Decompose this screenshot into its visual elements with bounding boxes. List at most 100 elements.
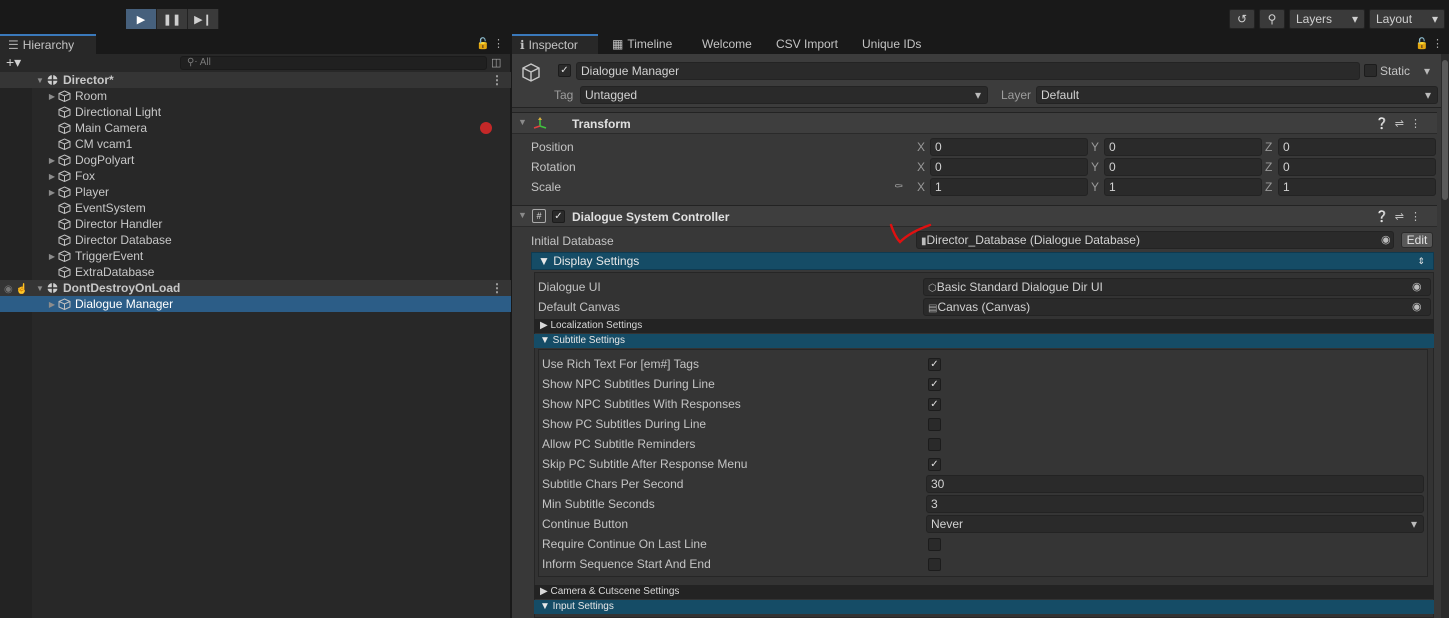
step-button[interactable]: ▶❙ bbox=[188, 9, 219, 29]
layers-dropdown[interactable]: Layers ▾ bbox=[1289, 9, 1365, 29]
expand-arrow-icon[interactable]: ▶ bbox=[46, 156, 58, 165]
hierarchy-item-label: TriggerEvent bbox=[75, 249, 144, 263]
rotation-z-field[interactable]: 0 bbox=[1278, 158, 1436, 176]
scene-menu-icon[interactable]: ⋮ bbox=[491, 73, 503, 87]
subtitle-setting-checkbox[interactable] bbox=[928, 558, 941, 571]
hierarchy-search-input[interactable]: ⚲⋅ All bbox=[180, 56, 487, 70]
scrollbar-thumb[interactable] bbox=[1442, 60, 1448, 200]
expand-arrow-icon[interactable]: ▼ bbox=[34, 284, 46, 293]
display-settings-foldout[interactable]: ▼ Display Settings ⇕ bbox=[531, 252, 1434, 270]
scene-row[interactable]: ▼ Director* ⋮ bbox=[0, 72, 511, 88]
subtitle-setting-checkbox[interactable]: ✓ bbox=[928, 378, 941, 391]
hierarchy-row[interactable]: ▶ Fox bbox=[0, 168, 511, 184]
localization-settings-foldout[interactable]: ▶ Localization Settings bbox=[534, 319, 1434, 333]
layer-dropdown[interactable]: Default bbox=[1036, 86, 1438, 104]
hierarchy-row[interactable]: ▶ TriggerEvent bbox=[0, 248, 511, 264]
history-button[interactable]: ↺ bbox=[1229, 9, 1255, 29]
hierarchy-row[interactable]: Directional Light bbox=[0, 104, 511, 120]
hierarchy-row[interactable]: Main Camera bbox=[0, 120, 511, 136]
scale-y-field[interactable]: 1 bbox=[1104, 178, 1262, 196]
scale-label: Scale bbox=[531, 180, 562, 194]
expand-arrow-icon[interactable]: ▶ bbox=[46, 300, 58, 309]
expand-arrow-icon[interactable]: ▶ bbox=[46, 252, 58, 261]
play-icon: ▶ bbox=[136, 13, 146, 26]
search-button[interactable]: ⚲ bbox=[1259, 9, 1285, 29]
tab-timeline[interactable]: ▦ Timeline bbox=[604, 34, 690, 54]
scale-z-field[interactable]: 1 bbox=[1278, 178, 1436, 196]
add-object-button[interactable]: +▾ bbox=[6, 54, 21, 71]
hierarchy-row[interactable]: CM vcam1 bbox=[0, 136, 511, 152]
hierarchy-row[interactable]: ExtraDatabase bbox=[0, 264, 511, 280]
position-y-field[interactable]: 0 bbox=[1104, 138, 1262, 156]
subtitle-setting-checkbox[interactable]: ✓ bbox=[928, 358, 941, 371]
input-settings-foldout[interactable]: ▼ Input Settings bbox=[534, 600, 1434, 614]
object-picker-icon[interactable]: ◉ bbox=[1412, 280, 1422, 293]
tab-hierarchy[interactable]: ☰ Hierarchy bbox=[0, 34, 96, 54]
inspector-scrollbar[interactable] bbox=[1441, 54, 1449, 618]
static-checkbox[interactable] bbox=[1364, 64, 1377, 77]
hierarchy-item-label: Player bbox=[75, 185, 110, 199]
rotation-x-field[interactable]: 0 bbox=[930, 158, 1088, 176]
component-menu-icons[interactable]: ❔⇌⋮ bbox=[1375, 210, 1427, 223]
scene-row[interactable]: ◉ ☝ ▼ DontDestroyOnLoad ⋮ bbox=[0, 280, 511, 296]
hierarchy-row[interactable]: EventSystem bbox=[0, 200, 511, 216]
static-dropdown[interactable]: ▾ bbox=[1424, 64, 1430, 78]
lock-icon[interactable]: 🔓 ⋮ bbox=[1415, 37, 1443, 50]
tab-welcome[interactable]: Welcome bbox=[694, 34, 764, 54]
subtitle-setting-input[interactable]: 30 bbox=[926, 475, 1424, 493]
inspector-tabbar: Unique IDs CSV Import Welcome ▦ Timeline ℹ Ins… bbox=[512, 34, 1449, 54]
pause-button[interactable]: ❚❚ bbox=[157, 9, 188, 29]
hierarchy-row[interactable]: Director Database bbox=[0, 232, 511, 248]
constrain-proportions-icon[interactable]: ⚰ bbox=[894, 180, 903, 193]
play-button[interactable]: ▶ bbox=[126, 9, 157, 29]
default-canvas-field[interactable]: ▤Canvas (Canvas) bbox=[923, 298, 1431, 316]
expand-arrow-icon[interactable]: ▼ bbox=[34, 76, 46, 85]
layout-dropdown[interactable]: Layout ▾ bbox=[1369, 9, 1445, 29]
axis-label: Y bbox=[1091, 160, 1100, 174]
foldout-arrow-icon: ▼ bbox=[518, 210, 527, 220]
initial-database-field[interactable]: ▮Director_Database (Dialogue Database) bbox=[916, 231, 1394, 249]
lock-icon[interactable]: 🔓 ⋮ bbox=[476, 37, 504, 50]
component-menu-icons[interactable]: ❔⇌⋮ bbox=[1375, 117, 1427, 130]
camera-settings-foldout[interactable]: ▶ Camera & Cutscene Settings bbox=[534, 585, 1434, 599]
scene-menu-icon[interactable]: ⋮ bbox=[491, 281, 503, 295]
subtitle-setting-checkbox[interactable]: ✓ bbox=[928, 458, 941, 471]
object-name-field[interactable]: Dialogue Manager bbox=[576, 62, 1360, 80]
expand-arrow-icon[interactable]: ▶ bbox=[46, 188, 58, 197]
subtitle-settings-foldout[interactable]: ▼ Subtitle Settings bbox=[534, 334, 1434, 348]
subtitle-setting-checkbox[interactable] bbox=[928, 438, 941, 451]
subtitle-setting-checkbox[interactable] bbox=[928, 418, 941, 431]
hierarchy-item-label: Dialogue Manager bbox=[75, 297, 174, 311]
hierarchy-row[interactable]: ▶ Room bbox=[0, 88, 511, 104]
subtitle-setting-input[interactable]: 3 bbox=[926, 495, 1424, 513]
position-z-field[interactable]: 0 bbox=[1278, 138, 1436, 156]
transform-header[interactable]: ▼ Transform ❔⇌⋮ bbox=[512, 112, 1437, 134]
expand-arrow-icon[interactable]: ▶ bbox=[46, 172, 58, 181]
subtitle-setting-checkbox[interactable] bbox=[928, 538, 941, 551]
object-picker-icon[interactable]: ◉ bbox=[1412, 300, 1422, 313]
tab-inspector[interactable]: ℹ Inspector bbox=[512, 34, 598, 54]
scale-x-field[interactable]: 1 bbox=[930, 178, 1088, 196]
position-x-field[interactable]: 0 bbox=[930, 138, 1088, 156]
tag-dropdown[interactable]: Untagged bbox=[580, 86, 988, 104]
hierarchy-row[interactable]: ▶ DogPolyart bbox=[0, 152, 511, 168]
rotation-label: Rotation bbox=[531, 160, 576, 174]
tab-csv-import[interactable]: CSV Import bbox=[768, 34, 850, 54]
search-options-icon[interactable]: ◫ bbox=[491, 56, 501, 69]
subtitle-setting-checkbox[interactable]: ✓ bbox=[928, 398, 941, 411]
continue-button-dropdown[interactable]: Never bbox=[926, 515, 1424, 533]
expand-arrow-icon[interactable]: ▶ bbox=[46, 92, 58, 101]
controller-enabled-checkbox[interactable]: ✓ bbox=[552, 210, 565, 223]
hierarchy-row[interactable]: ▶ Player bbox=[0, 184, 511, 200]
controller-header[interactable]: ▼ # ✓ Dialogue System Controller ❔⇌⋮ bbox=[512, 205, 1437, 227]
hierarchy-row[interactable]: Director Handler bbox=[0, 216, 511, 232]
dialogue-ui-field[interactable]: ⬡Basic Standard Dialogue Dir UI bbox=[923, 278, 1431, 296]
visibility-icon[interactable]: ◉ ☝ bbox=[4, 284, 28, 295]
active-checkbox[interactable]: ✓ bbox=[558, 64, 571, 77]
gameobject-icon bbox=[58, 138, 71, 151]
hierarchy-row[interactable]: ▶ Dialogue Manager bbox=[0, 296, 511, 312]
object-picker-icon[interactable]: ◉ bbox=[1381, 233, 1391, 246]
tab-unique-ids[interactable]: Unique IDs bbox=[854, 34, 932, 54]
edit-database-button[interactable]: Edit bbox=[1401, 232, 1433, 248]
rotation-y-field[interactable]: 0 bbox=[1104, 158, 1262, 176]
